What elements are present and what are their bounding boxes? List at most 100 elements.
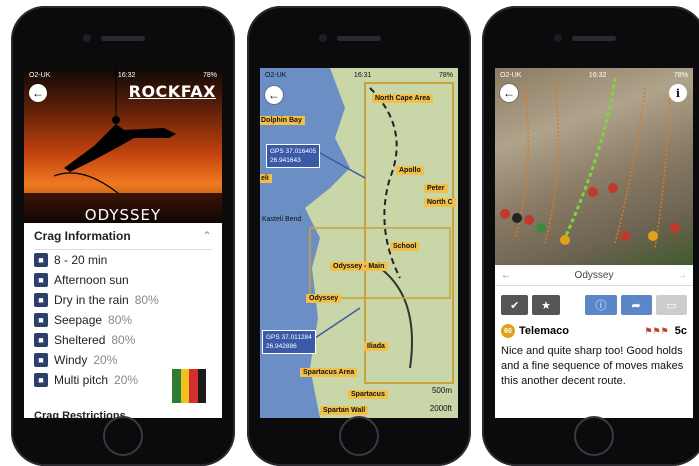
info-percent: 20%: [114, 373, 139, 387]
map-label[interactable]: School: [390, 242, 420, 251]
map-label[interactable]: North C: [424, 198, 456, 207]
time: 16:32: [588, 71, 607, 79]
gps-marker[interactable]: GPS 37.011284 26.942886: [262, 330, 316, 354]
crag-photo[interactable]: [495, 68, 693, 265]
info-row: ■ Afternoon sun: [34, 270, 212, 290]
home-button[interactable]: [339, 416, 379, 456]
map-label[interactable]: Apollo: [396, 166, 424, 175]
map-label[interactable]: Peter: [424, 184, 448, 193]
shelter-icon: ■: [34, 333, 48, 347]
info-row: ■ 8 - 20 min: [34, 250, 212, 270]
wind-icon: ■: [34, 353, 48, 367]
route-number-badge: 60: [501, 324, 515, 338]
screen: O2-UK 16:32 78% ← i ← Odyssey → ✔ ★ ⓘ ➦ …: [495, 68, 693, 418]
battery: 78%: [202, 71, 217, 79]
back-button[interactable]: ←: [265, 86, 283, 104]
star-icon: ★: [541, 299, 551, 312]
arrow-left-icon: ←: [503, 86, 515, 100]
back-button[interactable]: ←: [29, 84, 47, 102]
info-text: Windy: [54, 353, 88, 367]
home-button[interactable]: [103, 416, 143, 456]
next-arrow-icon[interactable]: →: [677, 270, 687, 281]
map-place-name: Kasteli Bend: [262, 216, 302, 223]
camera: [554, 34, 562, 42]
info-row: ■ Dry in the rain 80%: [34, 290, 212, 310]
info-text: 8 - 20 min: [54, 253, 108, 267]
battery: 78%: [438, 71, 453, 79]
camera: [319, 34, 327, 42]
carrier: O2-UK: [500, 71, 522, 79]
route-lines: [500, 77, 680, 249]
info-row: ■ Windy 20%: [34, 350, 212, 370]
action-bar: ✔ ★ ⓘ ➦ ▭: [501, 295, 688, 315]
multipitch-icon: ■: [34, 373, 48, 387]
screen: O2-UK 16:31 78% ← North Cape Area Dolphi…: [260, 68, 458, 418]
phone-route-detail: O2-UK 16:32 78% ← i ← Odyssey → ✔ ★ ⓘ ➦ …: [482, 6, 699, 466]
back-button[interactable]: ←: [500, 84, 518, 102]
map-label[interactable]: Odyssey - Main: [330, 262, 388, 271]
route-nav-bar: ← Odyssey →: [495, 265, 693, 286]
route-grade: 5c: [674, 325, 687, 337]
scale-feet: 2000ft: [429, 404, 452, 413]
phone-map: O2-UK 16:31 78% ← North Cape Area Dolphi…: [247, 6, 471, 466]
chevron-up-icon[interactable]: ⌃: [202, 229, 212, 243]
sun-icon: ■: [34, 273, 48, 287]
scale-metres: 500m: [431, 386, 452, 395]
info-row: ■ Seepage 80%: [34, 310, 212, 330]
map-label[interactable]: North Cape Area: [372, 94, 433, 103]
gps-marker[interactable]: GPS 37.016405 26.941643: [266, 144, 321, 168]
phone-crag-info: O2-UK 16:32 78% ← ROCKFAX ODYSSEY Crag I…: [11, 6, 235, 466]
photo-button[interactable]: ▭: [655, 295, 688, 315]
prev-arrow-icon[interactable]: ←: [501, 270, 511, 281]
map-label[interactable]: eli: [260, 174, 272, 183]
section-header[interactable]: Crag Information ⌃: [34, 229, 212, 250]
nav-title: Odyssey: [574, 269, 614, 281]
brand-logo: ROCKFAX: [128, 82, 216, 101]
gps-line-1: GPS 37.011284: [266, 334, 312, 341]
map-label[interactable]: Spartan Wall: [320, 406, 369, 415]
map-label[interactable]: Odyssey: [306, 294, 342, 303]
arrow-left-icon: ←: [32, 86, 44, 100]
info-text: Multi pitch: [54, 373, 109, 387]
map-label[interactable]: Dolphin Bay: [260, 116, 305, 125]
share-button[interactable]: ➦: [620, 295, 652, 315]
section-title: Crag Information: [34, 229, 131, 243]
star-button[interactable]: ★: [532, 295, 560, 315]
time: 16:32: [117, 71, 136, 79]
home-button[interactable]: [574, 416, 614, 456]
map-label[interactable]: Spartacus: [348, 390, 388, 399]
map-label[interactable]: Spartacus Area: [300, 368, 358, 377]
speaker: [572, 36, 616, 41]
info-button[interactable]: i: [669, 84, 687, 102]
info-text: Afternoon sun: [54, 273, 129, 287]
gps-line-2: 26.941643: [270, 157, 301, 164]
tick-button[interactable]: ✔: [501, 295, 529, 315]
status-bar: O2-UK 16:32 78%: [24, 68, 222, 82]
info-percent: 80%: [111, 333, 136, 347]
info-percent: 80%: [108, 313, 133, 327]
camera: [83, 34, 91, 42]
map-label[interactable]: Iliada: [364, 342, 388, 351]
screen: O2-UK 16:32 78% ← ROCKFAX ODYSSEY Crag I…: [24, 68, 222, 418]
time: 16:31: [353, 71, 372, 79]
status-bar: O2-UK 16:31 78%: [260, 68, 458, 82]
battery: 78%: [673, 71, 688, 79]
share-arrow-icon: ➦: [631, 299, 641, 312]
info-row: ■ Sheltered 80%: [34, 330, 212, 350]
route-symbols-icon: ⚑⚑⚑: [644, 325, 669, 336]
status-bar: O2-UK 16:32 78%: [495, 68, 693, 82]
route-row[interactable]: 60 Telemaco ⚑⚑⚑ 5c: [501, 324, 687, 338]
info-icon: i: [675, 86, 681, 100]
route-title: ODYSSEY: [84, 206, 162, 224]
info-percent: 80%: [134, 293, 159, 307]
walk-icon: ■: [34, 253, 48, 267]
seepage-icon: ■: [34, 313, 48, 327]
speaker: [101, 36, 145, 41]
check-icon: ✔: [510, 299, 520, 312]
route-description: Nice and quite sharp too! Good holds and…: [501, 345, 684, 387]
info-action-button[interactable]: ⓘ: [585, 295, 617, 315]
crag-info-card: Crag Information ⌃ ■ 8 - 20 min ■ Afternoon…: [24, 223, 222, 418]
arrow-left-icon: ←: [268, 88, 280, 102]
info-circle-icon: ⓘ: [595, 300, 607, 312]
